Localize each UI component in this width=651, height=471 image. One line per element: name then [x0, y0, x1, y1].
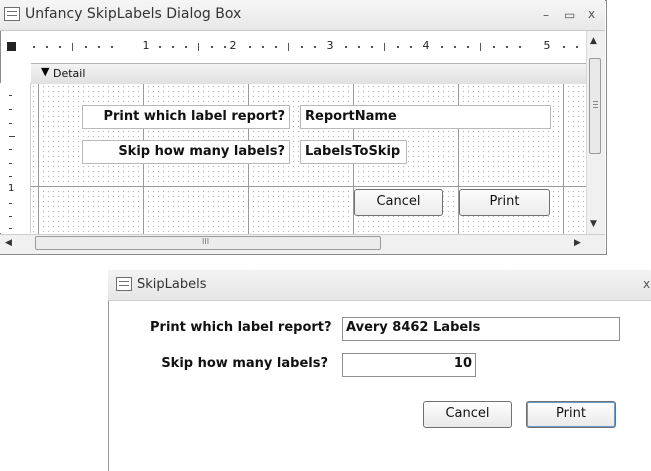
ruler-number: 5 [543, 39, 551, 52]
arrow-down-icon: ▼ [41, 65, 50, 78]
design-window-title: Unfancy SkipLabels Dialog Box [25, 6, 242, 22]
scroll-left-arrow-icon[interactable]: ◀ [5, 238, 12, 248]
ruler-number: 2 [229, 39, 237, 52]
form-icon [116, 277, 132, 291]
horizontal-ruler[interactable]: 1 2 3 4 5 [23, 37, 587, 57]
design-cancel-button[interactable]: Cancel [354, 189, 443, 216]
scroll-right-arrow-icon[interactable]: ▶ [574, 238, 581, 248]
detail-section-label: Detail [53, 67, 86, 80]
cancel-button[interactable]: Cancel [423, 401, 512, 428]
minimize-button[interactable]: – [543, 8, 549, 22]
design-print-button[interactable]: Print [459, 189, 550, 216]
dialog-close-button[interactable]: x [643, 277, 650, 291]
form-icon [4, 7, 20, 21]
report-label: Print which label report? [150, 320, 332, 335]
vertical-scroll-thumb[interactable] [589, 58, 601, 154]
ruler-number: 4 [422, 39, 430, 52]
ruler-select-box[interactable] [7, 42, 16, 51]
skip-label: Skip how many labels? [161, 356, 328, 371]
scroll-down-arrow-icon[interactable]: ▼ [590, 219, 597, 229]
restore-button[interactable]: ▭ [564, 8, 575, 22]
close-button[interactable]: x [588, 7, 595, 21]
skip-label-control[interactable]: Skip how many labels? [82, 140, 290, 164]
ruler-number: 3 [326, 39, 334, 52]
labels-to-skip-input[interactable]: 10 [342, 353, 476, 377]
ruler-number: 1 [142, 39, 150, 52]
report-name-textbox-control[interactable]: ReportName [300, 105, 551, 129]
horizontal-scroll-thumb[interactable]: III [35, 236, 381, 250]
vertical-ruler[interactable]: 1 [0, 83, 31, 233]
print-button[interactable]: Print [526, 401, 616, 428]
labels-to-skip-textbox-control[interactable]: LabelsToSkip [300, 140, 407, 164]
scroll-grip-icon: III [202, 237, 210, 246]
detail-section-header[interactable]: ▼ Detail [31, 63, 586, 85]
scroll-up-arrow-icon[interactable]: ▲ [590, 36, 597, 46]
vertical-ruler-number: 1 [8, 183, 15, 194]
report-label-control[interactable]: Print which label report? [82, 105, 290, 129]
report-name-input[interactable]: Avery 8462 Labels [342, 317, 620, 341]
dialog-title: SkipLabels [137, 277, 207, 292]
